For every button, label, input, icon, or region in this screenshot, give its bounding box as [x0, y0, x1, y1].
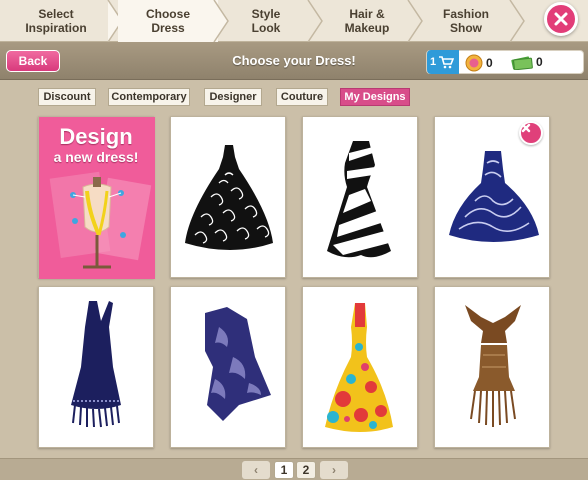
tab-contemporary[interactable]: Contemporary	[108, 88, 190, 106]
coin-icon	[465, 54, 483, 72]
dress-card[interactable]	[38, 286, 154, 448]
design-new-dress-card[interactable]: Design a new dress!	[38, 116, 155, 279]
back-button[interactable]: Back	[6, 50, 60, 72]
step-hair-makeup[interactable]: Hair & Makeup	[322, 0, 412, 42]
step-label-line2: Dress	[151, 21, 185, 35]
design-card-line1: Design	[59, 124, 133, 149]
cash-display: 0	[511, 54, 543, 70]
tab-discount[interactable]: Discount	[38, 88, 96, 106]
design-card-text: Design a new dress!	[39, 124, 153, 166]
step-label-line2: Look	[251, 21, 281, 35]
step-label-line2: Makeup	[344, 21, 390, 35]
step-fashion-show[interactable]: Fashion Show	[424, 0, 508, 42]
design-card-line2: a new dress!	[53, 149, 139, 165]
step-bar: Select Inspiration Choose Dress Style Look …	[0, 0, 588, 42]
step-label-line1: Style	[251, 7, 281, 21]
pagination: ‹ 1 2 ›	[0, 458, 588, 480]
step-label-line2: Show	[449, 21, 482, 35]
dress-card[interactable]	[170, 286, 286, 448]
close-icon	[521, 123, 531, 133]
tab-designer[interactable]: Designer	[204, 88, 262, 106]
cash-value: 0	[536, 55, 543, 69]
coins-value: 0	[486, 56, 493, 70]
close-icon	[554, 12, 568, 26]
shopping-cart-icon	[439, 56, 455, 69]
step-label-line1: Choose	[145, 7, 190, 21]
brown-fringe-dress-icon	[465, 305, 521, 427]
prev-page-button[interactable]: ‹	[242, 461, 270, 479]
remove-design-button[interactable]	[519, 121, 543, 145]
colorful-gown-icon	[325, 303, 393, 432]
step-label-line1: Select	[38, 7, 74, 21]
coins-display: 0	[465, 54, 493, 72]
dress-card[interactable]	[302, 286, 418, 448]
step-choose-dress[interactable]: Choose Dress	[118, 0, 218, 42]
tab-my-designs[interactable]: My Designs	[340, 88, 410, 106]
cart-count: 1	[430, 56, 437, 68]
next-page-button[interactable]: ›	[320, 461, 348, 479]
step-divider	[407, 0, 423, 42]
cart-button[interactable]: 1	[427, 50, 459, 74]
step-select-inspiration[interactable]: Select Inspiration	[0, 0, 112, 42]
navy-fringe-dress-icon	[71, 301, 121, 428]
cash-icon	[511, 56, 533, 70]
tab-couture[interactable]: Couture	[276, 88, 328, 106]
page-2-button[interactable]: 2	[296, 461, 316, 479]
currency-panel: 1 0 0	[426, 50, 584, 74]
dress-card[interactable]	[434, 116, 550, 278]
step-style-look[interactable]: Style Look	[226, 0, 306, 42]
page-1-button[interactable]: 1	[274, 461, 294, 479]
step-label-line1: Fashion	[442, 7, 489, 21]
dress-card[interactable]	[170, 116, 286, 278]
step-divider	[509, 0, 525, 42]
header-bar: Choose your Dress! Back 1 0 0	[0, 42, 588, 80]
close-button[interactable]	[544, 2, 578, 36]
dress-card[interactable]	[302, 116, 418, 278]
black-lace-ballgown-icon	[185, 145, 273, 250]
black-white-stripe-dress-icon	[327, 141, 391, 258]
step-label-line1: Hair &	[349, 7, 385, 21]
dress-card[interactable]	[434, 286, 550, 448]
step-label-line2: Inspiration	[25, 21, 87, 35]
purple-tiedye-dress-icon	[205, 307, 271, 421]
